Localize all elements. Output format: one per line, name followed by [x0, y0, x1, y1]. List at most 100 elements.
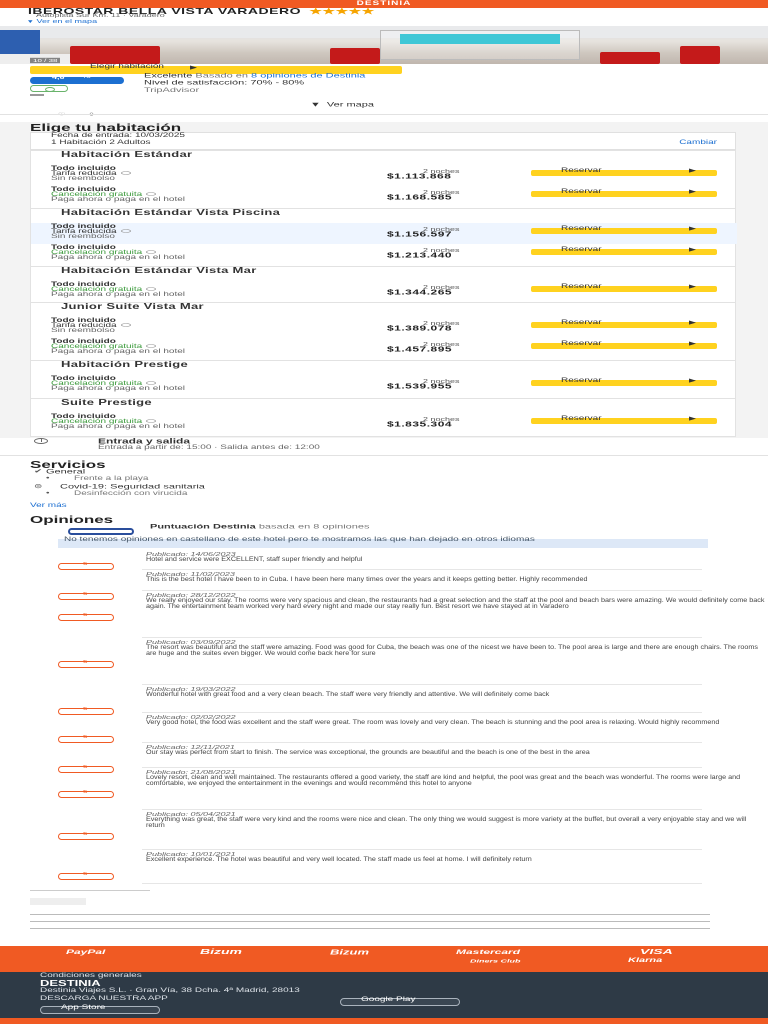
satisfaction-line: Nivel de satisfacción: 70% - 80% — [144, 79, 305, 87]
review-score: 5 — [58, 561, 114, 570]
conditions-link[interactable]: Condiciones generales — [40, 972, 142, 979]
review: 5 Publicado: 02/02/2022 Very good hotel, t… — [58, 714, 719, 744]
hotel-photo[interactable]: 10 / 38 — [0, 26, 768, 64]
review-text: Hotel and service were EXCELLENT, staff … — [146, 556, 363, 563]
room-card: Habitación Estándar Todo incluido Tarifa r… — [30, 150, 736, 210]
reserve-label: Reservar — [561, 340, 602, 347]
rate-option: Todo incluido Cancelación gratuita Paga ah… — [31, 413, 737, 434]
google-play-button[interactable]: Google Play — [340, 996, 460, 1006]
map-link[interactable]: ▾ Ver en el mapa — [28, 18, 97, 25]
reserve-label: Reservar — [561, 377, 602, 384]
company-info: Destinia Viajes S.L. · Gran Vía, 38 Dcha… — [40, 987, 300, 994]
reserve-button[interactable]: Reservar ▶ — [531, 283, 717, 292]
map-link-label: Ver en el mapa — [36, 18, 98, 24]
room-card: Habitación Prestige Todo incluido Cancelac… — [30, 360, 736, 399]
review-text: Wonderful hotel with great food and a ve… — [146, 691, 550, 698]
arrow-right-icon: ▶ — [689, 340, 696, 346]
opinions-header: Puntuación Destinia basada en 8 opinione… — [62, 523, 370, 530]
rate-option: Todo incluido Cancelación gratuita Paga ah… — [31, 338, 737, 359]
photo-chair — [600, 52, 660, 64]
review: 5 Publicado: 11/02/2023 This is the best h… — [58, 571, 708, 600]
review: 5 Publicado: 14/06/2023 Hotel and service … — [58, 551, 708, 571]
arrow-right-icon: ▶ — [689, 246, 696, 252]
divider — [142, 637, 702, 638]
rate-price: $1.539.955 — [387, 382, 453, 391]
rate-payment: Paga ahora o paga en el hotel — [51, 348, 185, 355]
review: 5 Publicado: 21/08/2021 Lovely resort, cle… — [58, 769, 740, 811]
score-value: 4,6 — [52, 74, 65, 80]
opinions-link[interactable]: 8 opiniones de Destinia — [251, 72, 365, 79]
view-map-label: Ver mapa — [326, 101, 374, 109]
room-name: Suite Prestige — [61, 398, 152, 407]
review: 5 Publicado: 10/01/2021 Excellent experien… — [58, 851, 708, 885]
view-map-button[interactable]: ▼ Ver mapa — [310, 101, 374, 108]
rate-payment: Paga ahora o paga en el hotel — [51, 196, 185, 203]
review-text: We really enjoyed our stay. The rooms we… — [146, 597, 765, 610]
clock-icon — [34, 438, 48, 444]
room-card: Junior Suite Vista Mar Todo incluido Tarif… — [30, 302, 736, 362]
divider — [0, 455, 768, 456]
change-dates-link[interactable]: Cambiar — [679, 139, 717, 146]
room-name: Junior Suite Vista Mar — [61, 302, 204, 311]
room-card: Suite Prestige Todo incluido Cancelación g… — [30, 398, 736, 437]
reserve-label: Reservar — [561, 188, 602, 195]
rate-payment: Paga ahora o paga en el hotel — [51, 423, 185, 430]
arrow-right-icon: ▶ — [689, 319, 696, 325]
reserve-button[interactable]: Reservar ▶ — [531, 377, 717, 386]
load-more-button[interactable] — [30, 898, 86, 905]
service-general-item: Frente a la playa — [74, 475, 149, 482]
reserve-button[interactable]: Reservar ▶ — [531, 188, 717, 197]
rate-price: $1.168.585 — [387, 193, 453, 202]
rate-payment: Paga ahora o paga en el hotel — [51, 385, 185, 392]
review-text: The resort was beautiful and the staff w… — [146, 644, 758, 657]
show-more-services-link[interactable]: Ver más — [30, 502, 67, 509]
score-scale: /5 — [84, 74, 91, 80]
rate-price: $1.113.868 — [387, 172, 452, 181]
review-score: 5 — [58, 871, 114, 880]
divider — [142, 883, 702, 884]
rate-option: Todo incluido Tarifa reducida Sin reembols… — [31, 223, 737, 244]
divider — [142, 849, 702, 850]
reserve-label: Reservar — [561, 283, 602, 290]
review-text: Lovely resort, clean and well maintained… — [146, 774, 741, 787]
review-score: 5 — [58, 659, 114, 668]
divider — [142, 712, 702, 713]
checkin-times: Entrada a partir de: 15:00 · Salida ante… — [98, 444, 320, 451]
reserve-button[interactable]: Reservar ▶ — [531, 340, 717, 349]
payment-methods: PayPal Bizum Bizum Mastercard VISA Diner… — [0, 946, 768, 972]
room-name: Habitación Estándar Vista Mar — [61, 266, 257, 275]
info-icon[interactable] — [120, 171, 131, 176]
review-score: 5 — [58, 831, 114, 840]
review-score-value: 5 — [83, 734, 88, 740]
rate-price: $1.344.265 — [387, 288, 453, 297]
reserve-button[interactable]: Reservar ▶ — [531, 225, 717, 234]
arrow-right-icon: ▶ — [689, 415, 696, 421]
app-store-button[interactable]: App Store — [40, 1004, 160, 1014]
rate-payment: Paga ahora o paga en el hotel — [51, 291, 185, 298]
reserve-button[interactable]: Reservar ▶ — [531, 319, 717, 328]
review-text: Excellent experience. The hotel was beau… — [146, 856, 532, 863]
info-icon[interactable] — [120, 323, 131, 328]
rate-option: Todo incluido Tarifa reducida Sin reembols… — [31, 317, 737, 338]
rate-payment: Sin reembolso — [51, 175, 115, 182]
rate-payment: Sin reembolso — [51, 327, 115, 334]
photo-pool — [400, 34, 560, 44]
reserve-button[interactable]: Reservar ▶ — [531, 167, 717, 176]
arrow-right-icon: ▶ — [689, 283, 696, 289]
payment-logo: Diners Club — [470, 958, 521, 964]
tripadvisor-owl-icon — [30, 85, 68, 92]
reserve-button[interactable]: Reservar ▶ — [531, 415, 717, 424]
review-text: Very good hotel, the food was excellent … — [146, 719, 720, 726]
review-text: Our stay was perfect from start to finis… — [146, 749, 590, 756]
dates-box: Fecha de entrada: 10/03/2025 1 Habitació… — [30, 132, 736, 150]
reserve-button[interactable]: Reservar ▶ — [531, 246, 717, 255]
review: 5 Publicado: 05/04/2021 Everything was gre… — [58, 811, 746, 851]
info-icon[interactable] — [120, 229, 131, 234]
photo-sofa — [70, 46, 160, 64]
opinions-brand-label: Puntuación Destinia — [150, 523, 256, 531]
bottom-bar — [0, 1018, 768, 1024]
review-score-value: 5 — [83, 561, 88, 567]
payment-logo: PayPal — [66, 948, 106, 956]
review: 5 Publicado: 12/11/2021 Our stay was perfe… — [58, 744, 708, 773]
reserve-label: Reservar — [561, 225, 602, 232]
